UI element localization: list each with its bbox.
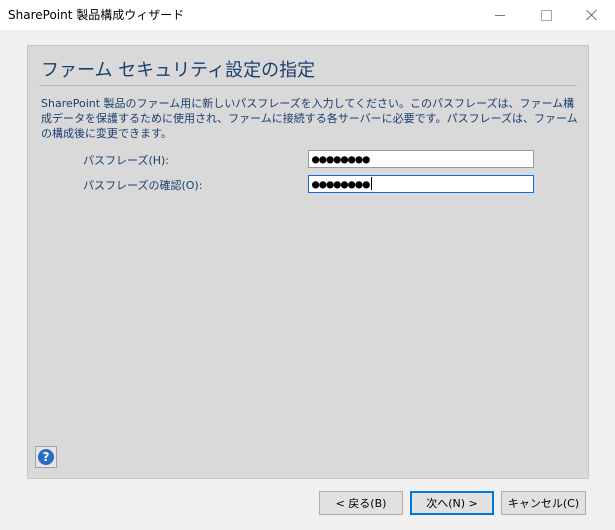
passphrase-value: ●●●●●●●● xyxy=(312,152,370,166)
close-icon xyxy=(586,9,598,21)
text-caret xyxy=(370,177,372,190)
help-icon: ? xyxy=(38,449,54,465)
content-panel: ファーム セキュリティ設定の指定 SharePoint 製品のファーム用に新しい… xyxy=(27,45,589,479)
description-text: SharePoint 製品のファーム用に新しいパスフレーズを入力してください。こ… xyxy=(41,97,578,140)
window-title: SharePoint 製品構成ウィザード xyxy=(8,8,185,22)
confirm-passphrase-field[interactable]: ●●●●●●●● xyxy=(308,175,534,193)
heading-divider xyxy=(39,85,577,86)
close-button[interactable] xyxy=(569,0,615,30)
passphrase-label: パスフレーズ(H): xyxy=(83,154,170,167)
back-button[interactable]: < 戻る(B) xyxy=(319,491,403,515)
wizard-window: SharePoint 製品構成ウィザード ファーム セキュリティ設定の指定 Sh… xyxy=(0,0,615,530)
minimize-icon xyxy=(495,14,505,16)
minimize-button[interactable] xyxy=(477,0,523,30)
title-bar[interactable]: SharePoint 製品構成ウィザード xyxy=(0,0,615,30)
maximize-icon xyxy=(540,9,552,21)
help-button[interactable]: ? xyxy=(35,446,57,468)
next-button[interactable]: 次へ(N) > xyxy=(410,491,494,515)
cancel-button[interactable]: キャンセル(C) xyxy=(501,491,586,515)
confirm-passphrase-value: ●●●●●●●● xyxy=(312,177,370,191)
passphrase-field[interactable]: ●●●●●●●● xyxy=(308,150,534,168)
maximize-button[interactable] xyxy=(523,0,569,30)
page-title: ファーム セキュリティ設定の指定 xyxy=(41,60,316,81)
confirm-passphrase-label: パスフレーズの確認(O): xyxy=(83,179,203,192)
